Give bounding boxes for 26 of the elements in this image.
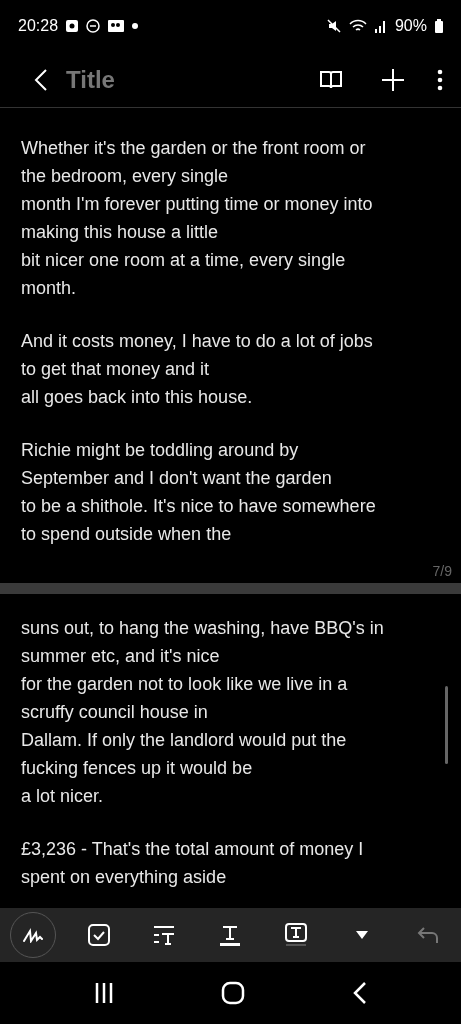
back-button[interactable] <box>34 67 48 92</box>
signal-icon <box>374 19 387 33</box>
page-number: 7/9 <box>432 563 452 579</box>
note-title[interactable]: Title <box>66 65 319 94</box>
wifi-icon <box>348 19 367 33</box>
scribble-icon <box>22 927 44 943</box>
do-not-disturb-icon <box>86 19 101 33</box>
voicemail-icon <box>108 20 125 32</box>
dot-icon <box>132 23 139 29</box>
back-icon[interactable] <box>353 981 368 1005</box>
book-icon[interactable] <box>319 69 343 90</box>
recent-apps-icon[interactable] <box>93 982 114 1004</box>
home-icon[interactable] <box>221 981 246 1005</box>
paragraph: And it costs money, I have to do a lot of jobs to get that money and it all goes back into this house. <box>21 330 374 409</box>
clock: 20:28 <box>18 17 59 35</box>
battery-icon <box>435 19 443 33</box>
battery-percentage: 90% <box>394 17 427 35</box>
scrollbar[interactable] <box>445 686 448 764</box>
add-icon[interactable] <box>381 67 405 92</box>
notification-icon <box>66 20 79 32</box>
mute-icon <box>326 19 341 33</box>
more-options-icon[interactable] <box>437 68 443 91</box>
paragraph: suns out, to hang the washing, have BBQ's in summer etc, and it's nice for the garden not to look like we live in a scruffy council house in Dallam. If only the landlord would put the fucking fences up it would be a lot nicer. <box>21 617 385 808</box>
paragraph: Whether it's the garden or the front room or the bedroom, every single month I'm forever putting time or money into making this house a little bit nicer one room at a time, every single month. <box>21 137 374 300</box>
paragraph: £3,236 - That's the total amount of money I spent on everything aside <box>21 838 365 889</box>
paragraph: Richie might be toddling around by September and I don't want the garden to be a shithole. It's nice to have somewhere to spend outside when the <box>21 439 377 546</box>
